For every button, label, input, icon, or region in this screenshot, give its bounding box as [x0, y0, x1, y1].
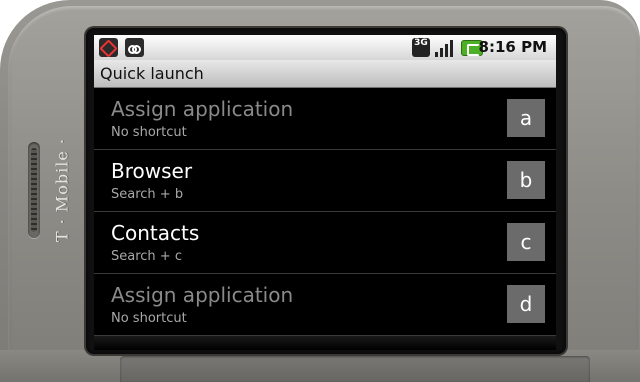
shortcut-row-b[interactable]: Browser Search + b b — [94, 150, 556, 212]
brand-logo: T · Mobile · — [52, 137, 72, 243]
status-bar[interactable]: 3G 8:16 PM — [94, 35, 556, 60]
shortcut-title: Browser — [111, 159, 193, 183]
voicemail-icon[interactable] — [125, 38, 144, 57]
shortcut-title: Assign application — [111, 97, 294, 121]
shortcut-subtitle: No shortcut — [111, 125, 187, 140]
shortcut-list: Assign application No shortcut a Browser… — [94, 88, 556, 336]
shortcut-row-d[interactable]: Assign application No shortcut d — [94, 274, 556, 336]
shortcut-row-c[interactable]: Contacts Search + c c — [94, 212, 556, 274]
shortcut-subtitle: No shortcut — [111, 311, 187, 326]
shortcut-title: Assign application — [111, 283, 294, 307]
shortcut-key-badge: c — [507, 223, 545, 261]
keyboard-edge — [120, 356, 590, 382]
3g-data-icon: 3G — [412, 38, 430, 57]
shortcut-key-badge: a — [507, 99, 545, 137]
screen: 3G 8:16 PM Quick launch Assign applicati… — [94, 35, 556, 350]
status-time: 8:16 PM — [478, 38, 547, 56]
missed-call-icon[interactable] — [99, 38, 118, 57]
title-bar: Quick launch — [94, 60, 556, 88]
page-title: Quick launch — [100, 64, 204, 83]
network-label: 3G — [414, 38, 428, 48]
speaker-grille — [28, 142, 40, 238]
shortcut-key-badge: b — [507, 161, 545, 199]
shortcut-subtitle: Search + b — [111, 187, 184, 202]
shortcut-subtitle: Search + c — [111, 249, 182, 264]
list-overflow-peek — [94, 336, 556, 350]
signal-strength-icon — [435, 38, 457, 57]
shortcut-key-badge: d — [507, 285, 545, 323]
shortcut-row-a[interactable]: Assign application No shortcut a — [94, 88, 556, 150]
shortcut-title: Contacts — [111, 221, 200, 245]
